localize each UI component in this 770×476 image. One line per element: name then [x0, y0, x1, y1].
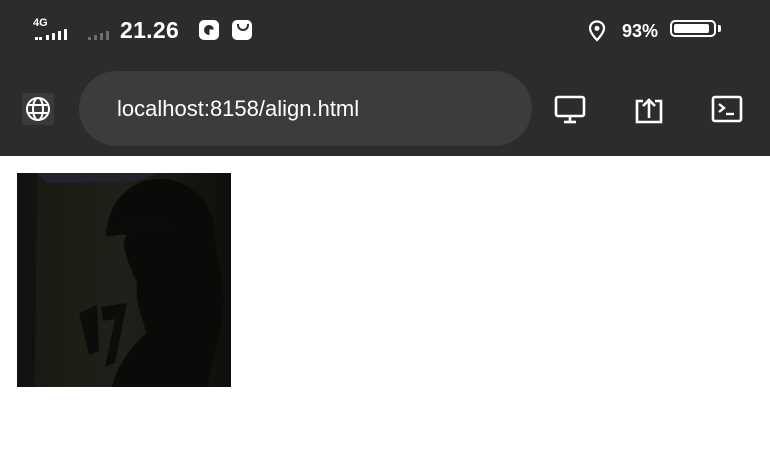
- globe-icon: [26, 97, 50, 121]
- secondary-signal-icon: [88, 28, 114, 40]
- battery-tip: [718, 25, 721, 32]
- page-content: [0, 156, 770, 476]
- location-icon: [588, 20, 606, 42]
- signal-strength-icon: [35, 28, 71, 40]
- console-button[interactable]: [710, 92, 744, 131]
- monitor-icon: [554, 95, 586, 124]
- notification-app-icon: [199, 20, 219, 40]
- battery-percent: 93%: [622, 21, 659, 41]
- address-bar[interactable]: localhost:8158/align.html: [79, 71, 532, 146]
- status-bar: 4G 21.26 93%: [0, 0, 770, 62]
- clock: 21.26: [120, 17, 180, 43]
- url-text[interactable]: localhost:8158/align.html: [117, 96, 359, 122]
- battery-icon: [670, 20, 716, 37]
- share-icon: [635, 98, 663, 124]
- desktop-mode-button[interactable]: [553, 92, 587, 131]
- photo-image: [17, 173, 231, 387]
- terminal-icon: [711, 95, 743, 123]
- shopping-bag-icon: [232, 20, 252, 40]
- share-button[interactable]: [632, 92, 666, 131]
- site-info-button[interactable]: [22, 93, 54, 125]
